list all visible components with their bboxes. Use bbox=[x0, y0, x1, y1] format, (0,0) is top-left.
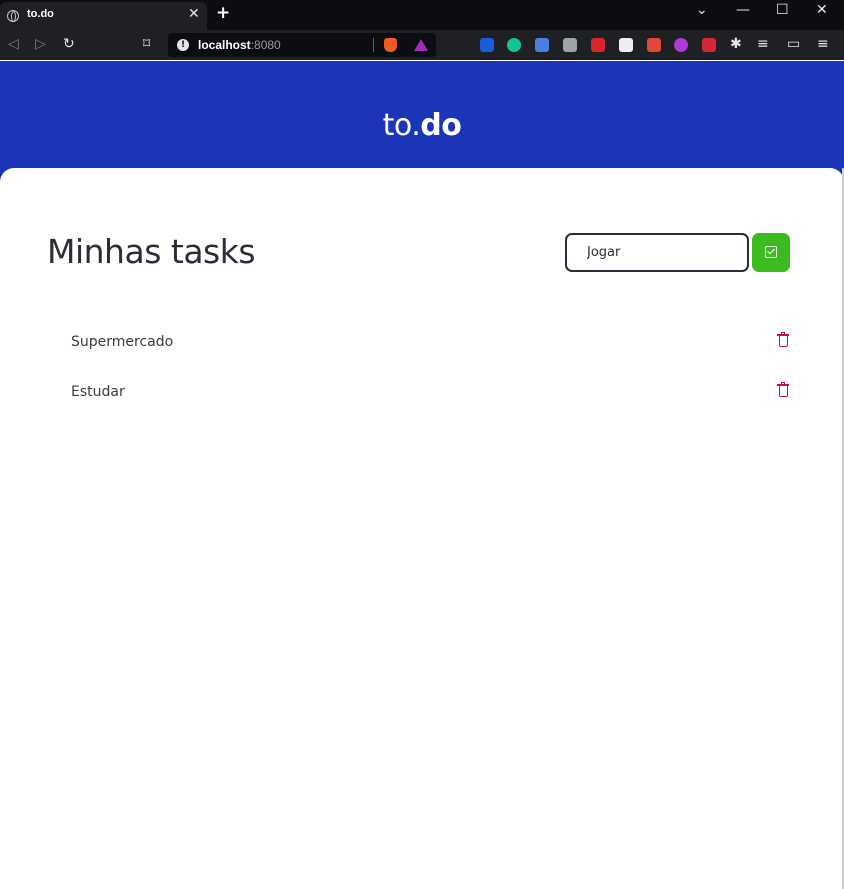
new-task-input[interactable] bbox=[565, 233, 749, 272]
tab-search-icon[interactable]: ⌄ bbox=[696, 2, 708, 18]
address-bar[interactable]: ! localhost:8080 bbox=[168, 33, 436, 57]
add-task-button[interactable] bbox=[752, 233, 790, 272]
puzzle-icon[interactable]: ✱ bbox=[730, 36, 742, 52]
url-host: localhost bbox=[198, 38, 251, 52]
brand-logo: to.do bbox=[0, 108, 844, 143]
bitwarden-extension-icon[interactable] bbox=[480, 38, 494, 52]
playlist-icon[interactable]: ≡ bbox=[757, 36, 769, 52]
brand-bold: do bbox=[420, 108, 462, 143]
menu-icon[interactable]: ≡ bbox=[817, 36, 829, 52]
trash-icon[interactable] bbox=[777, 382, 789, 397]
m-extension-icon[interactable] bbox=[563, 38, 577, 52]
url-port: :8080 bbox=[250, 38, 281, 52]
page-title: Minhas tasks bbox=[47, 232, 256, 271]
task-item: Estudar bbox=[0, 378, 844, 428]
task-card: Minhas tasks Supermercado Estudar bbox=[0, 168, 844, 889]
bookmark-button[interactable]: ⌑ bbox=[143, 36, 150, 52]
grammarly-extension-icon[interactable] bbox=[507, 38, 521, 52]
browser-toolbar: ◁ ▷ ↻ ⌑ ! localhost:8080 ✱ ≡ ▭ ≡ bbox=[0, 30, 844, 60]
reload-button[interactable]: ↻ bbox=[63, 36, 75, 52]
back-button[interactable]: ◁ bbox=[8, 36, 19, 52]
browser-tab-bar: to.do ✕ + ⌄ — ☐ ✕ bbox=[0, 0, 844, 30]
check-square-icon bbox=[765, 246, 777, 258]
tab-close-icon[interactable]: ✕ bbox=[188, 6, 200, 22]
brave-rewards-icon[interactable] bbox=[414, 39, 428, 51]
trash-body bbox=[778, 336, 788, 347]
app-page: to.do Minhas tasks Supermercado Estudar bbox=[0, 61, 844, 889]
browser-tab[interactable]: to.do ✕ bbox=[0, 2, 207, 30]
trash-icon[interactable] bbox=[777, 332, 789, 347]
forward-button[interactable]: ▷ bbox=[35, 36, 46, 52]
url-text: localhost:8080 bbox=[198, 38, 281, 52]
task-item: Supermercado bbox=[0, 328, 844, 378]
info-icon[interactable]: ! bbox=[177, 39, 189, 51]
globe-icon bbox=[7, 10, 19, 22]
brave-shields-icon[interactable] bbox=[384, 38, 397, 52]
close-window-button[interactable]: ✕ bbox=[816, 2, 828, 18]
task-label: Estudar bbox=[71, 384, 125, 400]
address-bar-divider bbox=[373, 38, 374, 52]
minimize-button[interactable]: — bbox=[736, 2, 750, 18]
brand-light: to. bbox=[382, 108, 421, 143]
tp-extension-icon[interactable] bbox=[591, 38, 605, 52]
task-label: Supermercado bbox=[71, 334, 174, 350]
maximize-button[interactable]: ☐ bbox=[776, 2, 789, 18]
new-tab-button[interactable]: + bbox=[216, 3, 230, 23]
notion-extension-icon[interactable] bbox=[619, 38, 633, 52]
translate-extension-icon[interactable] bbox=[535, 38, 549, 52]
trash-body bbox=[778, 386, 788, 397]
red-extension-icon[interactable] bbox=[647, 38, 661, 52]
purple-extension-icon[interactable] bbox=[674, 38, 688, 52]
tab-title: to.do bbox=[27, 8, 54, 20]
pill-extension-icon[interactable] bbox=[702, 38, 716, 52]
wallet-icon[interactable]: ▭ bbox=[787, 36, 800, 52]
